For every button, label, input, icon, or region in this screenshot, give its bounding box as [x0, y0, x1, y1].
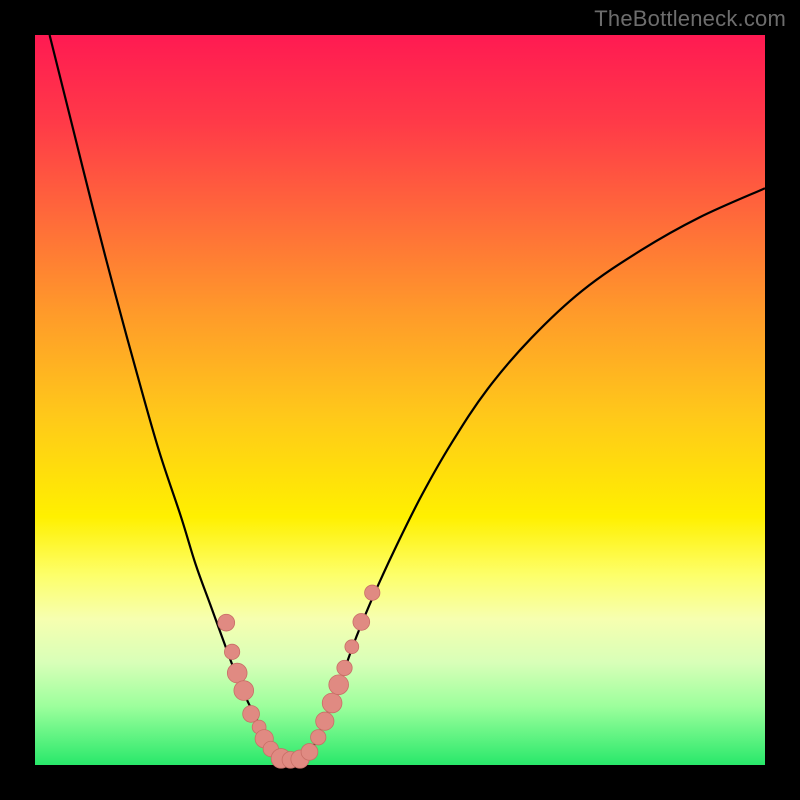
data-dot [329, 675, 349, 695]
data-dot [234, 681, 254, 701]
chart-frame: TheBottleneck.com [0, 0, 800, 800]
data-dot [322, 693, 342, 713]
data-dots [218, 585, 380, 768]
data-dot [218, 614, 235, 631]
left-curve [50, 35, 278, 761]
data-dot [301, 743, 318, 760]
data-dot [365, 585, 380, 600]
data-dot [337, 660, 352, 675]
data-dot [353, 614, 370, 631]
data-dot [224, 644, 239, 659]
data-dot [316, 712, 334, 730]
right-curve [305, 188, 765, 761]
plot-area [35, 35, 765, 765]
data-dot [311, 730, 326, 745]
data-dot [345, 640, 359, 654]
chart-svg [35, 35, 765, 765]
watermark-text: TheBottleneck.com [594, 6, 786, 32]
data-dot [243, 706, 260, 723]
data-dot [227, 663, 247, 683]
